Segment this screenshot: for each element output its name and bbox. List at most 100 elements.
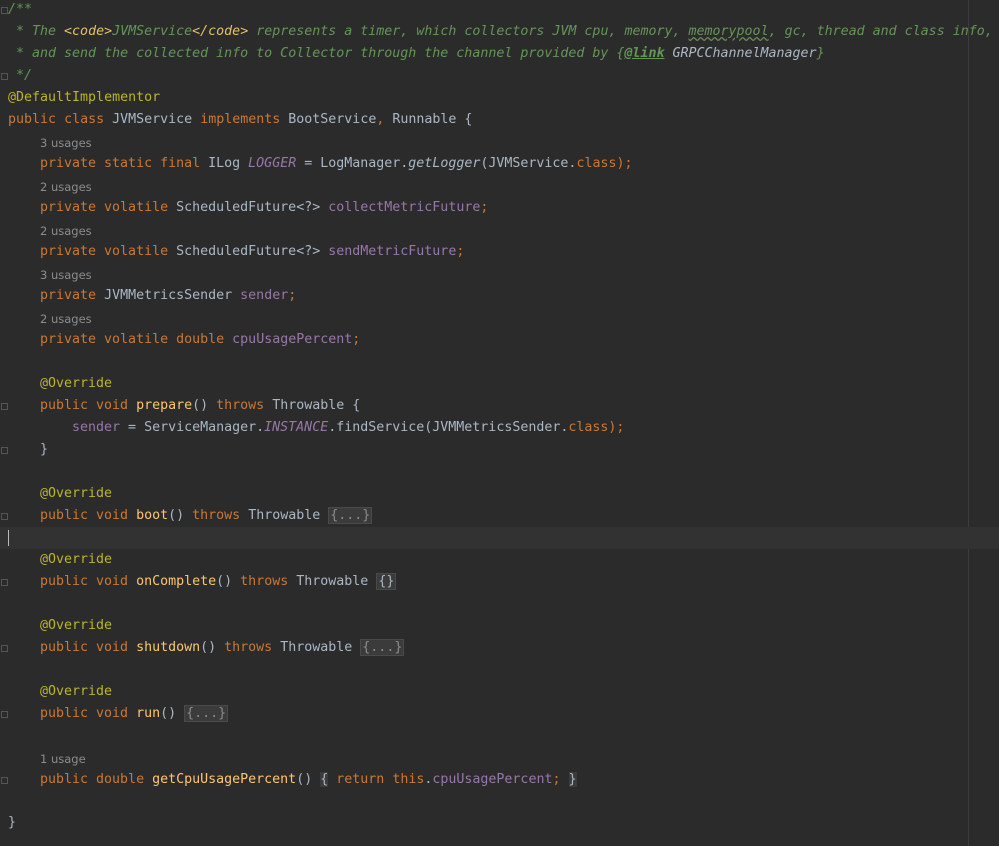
doc-link-reference[interactable]: GRPCChannelManager xyxy=(664,46,816,61)
method-modifiers: public void xyxy=(40,640,129,655)
code-line-field-cpu[interactable]: private volatile double cpuUsagePercent; xyxy=(40,329,360,351)
fold-oncomplete-icon[interactable] xyxy=(0,577,8,587)
code-line-run-signature[interactable]: public void run() {...} xyxy=(40,703,229,725)
usage-hint[interactable]: 2 usages xyxy=(40,308,92,330)
close-brace: } xyxy=(40,442,49,457)
code-line-override[interactable]: @Override xyxy=(40,681,112,703)
code-line-override[interactable]: @Override xyxy=(40,483,112,505)
semicolon: ; xyxy=(352,332,361,347)
code-line-getter[interactable]: public double getCpuUsagePercent() { ret… xyxy=(40,769,577,791)
field-modifiers: private static final xyxy=(40,156,201,171)
code-line-class-declaration[interactable]: public class JVMService implements BootS… xyxy=(8,109,472,131)
code-line-boot-signature[interactable]: public void boot() throws Throwable {...… xyxy=(40,505,373,527)
method-name: onComplete xyxy=(136,574,217,589)
class-name: JVMService xyxy=(112,112,193,127)
parens: () xyxy=(216,574,233,589)
folded-close-brace[interactable]: } xyxy=(568,772,577,787)
parens: () xyxy=(296,772,313,787)
code-text: = LogManager. xyxy=(296,156,409,171)
doc-typo-word[interactable]: memorypool xyxy=(689,24,769,39)
field-type: ScheduledFuture<?> xyxy=(176,200,321,215)
current-line-highlight xyxy=(0,527,999,549)
code-line-override[interactable]: @Override xyxy=(40,615,112,637)
fold-comment-end-icon[interactable] xyxy=(0,71,8,81)
open-brace: { xyxy=(456,112,473,127)
code-line-oncomplete-signature[interactable]: public void onComplete() throws Throwabl… xyxy=(40,571,397,593)
fold-getter-icon[interactable] xyxy=(0,775,8,785)
open-brace: { xyxy=(344,398,361,413)
code-editor[interactable]: /** * The <code>JVMService</code> repres… xyxy=(0,0,999,846)
keyword-this: this xyxy=(392,772,425,787)
field-name: sender xyxy=(240,288,289,303)
semicolon: ; xyxy=(456,244,465,259)
doc-html-tag: <code> xyxy=(64,24,113,39)
keyword-return: return xyxy=(336,772,385,787)
fold-boot-icon[interactable] xyxy=(0,511,8,521)
annotation-override: @Override xyxy=(40,486,113,501)
parens: () xyxy=(160,706,177,721)
parens: () xyxy=(168,508,185,523)
semicolon: ; xyxy=(480,200,489,215)
doc-comment-open: /** xyxy=(8,2,33,17)
text-caret xyxy=(8,530,9,546)
field-type: ILog xyxy=(208,156,241,171)
right-margin-guide xyxy=(968,0,969,846)
code-line-field-logger[interactable]: private static final ILog LOGGER = LogMa… xyxy=(40,153,632,175)
code-line-comment-close[interactable]: */ xyxy=(8,65,32,87)
close-brace: } xyxy=(8,815,17,830)
fold-prepare-start-icon[interactable] xyxy=(0,401,8,411)
field-modifiers: private volatile xyxy=(40,332,169,347)
code-text: .findService(JVMMetricsSender. xyxy=(328,420,569,435)
exception-type: Throwable xyxy=(272,398,345,413)
annotation-override: @Override xyxy=(40,618,113,633)
code-line-class-close[interactable]: } xyxy=(8,812,16,834)
code-line-comment-1[interactable]: * The <code>JVMService</code> represents… xyxy=(8,21,993,43)
usage-hint[interactable]: 1 usage xyxy=(40,748,86,770)
code-line-prepare-body[interactable]: sender = ServiceManager.INSTANCE.findSer… xyxy=(72,417,624,439)
code-line-override[interactable]: @Override xyxy=(40,373,112,395)
code-line-comment-open[interactable]: /** xyxy=(8,0,32,21)
method-modifiers: public void xyxy=(40,574,129,589)
folded-region-run[interactable]: {...} xyxy=(184,705,229,722)
code-line-field-collect[interactable]: private volatile ScheduledFuture<?> coll… xyxy=(40,197,488,219)
annotation-override: @Override xyxy=(40,376,113,391)
fold-comment-start-icon[interactable] xyxy=(0,5,8,15)
folded-open-brace[interactable]: { xyxy=(320,772,329,787)
code-line-prepare-signature[interactable]: public void prepare() throws Throwable { xyxy=(40,395,360,417)
comma: , xyxy=(376,112,385,127)
field-name: cpuUsagePercent xyxy=(232,332,353,347)
usage-hint[interactable]: 2 usages xyxy=(40,220,92,242)
usage-hint[interactable]: 2 usages xyxy=(40,176,92,198)
doc-code-text: JVMService xyxy=(112,24,193,39)
doc-link-tag[interactable]: @link xyxy=(624,46,664,61)
fold-run-icon[interactable] xyxy=(0,709,8,719)
folded-region-shutdown[interactable]: {...} xyxy=(360,639,405,656)
field-modifiers: private volatile xyxy=(40,200,169,215)
code-line-field-sender[interactable]: private JVMMetricsSender sender; xyxy=(40,285,296,307)
fold-prepare-end-icon[interactable] xyxy=(0,445,8,455)
doc-comment-text: * The xyxy=(8,24,65,39)
code-text: = ServiceManager. xyxy=(120,420,265,435)
semicolon: ; xyxy=(288,288,297,303)
folded-region-boot[interactable]: {...} xyxy=(328,507,373,524)
code-line-prepare-close[interactable]: } xyxy=(40,439,48,461)
fold-shutdown-icon[interactable] xyxy=(0,643,8,653)
field-type: JVMMetricsSender xyxy=(104,288,233,303)
field-type: ScheduledFuture<?> xyxy=(176,244,321,259)
code-text: ); xyxy=(608,420,625,435)
folded-region-oncomplete[interactable]: {} xyxy=(376,573,397,590)
doc-comment-text: represents a timer, which collectors JVM… xyxy=(248,24,689,39)
usage-hint[interactable]: 3 usages xyxy=(40,264,92,286)
interface-name: BootService xyxy=(288,112,377,127)
doc-comment-text: } xyxy=(816,46,825,61)
code-line-override[interactable]: @Override xyxy=(40,549,112,571)
usage-hint[interactable]: 3 usages xyxy=(40,132,92,154)
code-line-class-annotation[interactable]: @DefaultImplementor xyxy=(8,87,160,109)
annotation-default-implementor: @DefaultImplementor xyxy=(8,90,161,105)
code-line-comment-2[interactable]: * and send the collected info to Collect… xyxy=(8,43,825,65)
code-line-shutdown-signature[interactable]: public void shutdown() throws Throwable … xyxy=(40,637,405,659)
doc-comment-text: * and send the collected info to Collect… xyxy=(8,46,625,61)
field-modifiers: private volatile xyxy=(40,244,169,259)
code-line-field-send[interactable]: private volatile ScheduledFuture<?> send… xyxy=(40,241,464,263)
method-modifiers: public void xyxy=(40,706,129,721)
